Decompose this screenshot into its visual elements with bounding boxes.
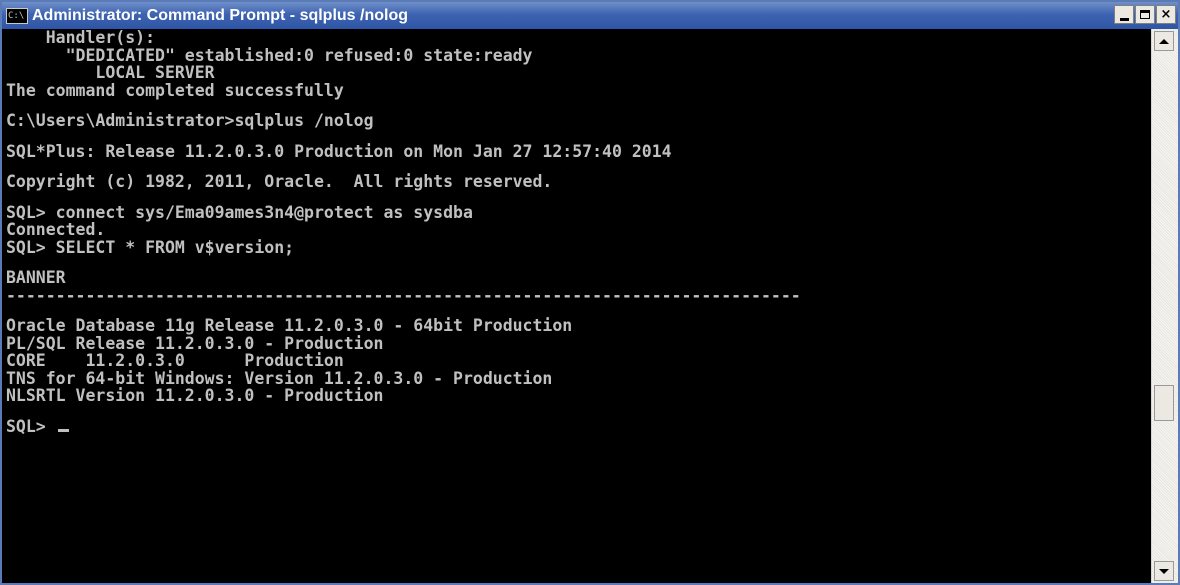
console-line: Handler(s): bbox=[6, 29, 156, 47]
title-bar[interactable]: C:\ Administrator: Command Prompt - sqlp… bbox=[2, 2, 1178, 29]
maximize-button[interactable] bbox=[1135, 5, 1155, 24]
console-line: SQL> connect sys/Ema09ames3n4@protect as… bbox=[6, 202, 473, 222]
console-line: BANNER bbox=[6, 268, 66, 287]
console-line: ----------------------------------------… bbox=[6, 285, 801, 305]
scrollbar-thumb[interactable] bbox=[1154, 385, 1174, 421]
console-line: The command completed successfully bbox=[6, 80, 344, 100]
console-line: LOCAL SERVER bbox=[6, 63, 215, 82]
text-cursor bbox=[57, 428, 69, 432]
console-output[interactable]: Handler(s): "DEDICATED" established:0 re… bbox=[2, 29, 1152, 583]
arrow-down-icon bbox=[1159, 568, 1169, 574]
console-line: Connected. bbox=[6, 220, 106, 239]
console-line: C:\Users\Administrator>sqlplus /nolog bbox=[6, 111, 374, 130]
console-line: NLSRTL Version 11.2.0.3.0 - Production bbox=[6, 386, 384, 405]
maximize-icon bbox=[1140, 10, 1150, 19]
minimize-button[interactable] bbox=[1114, 5, 1134, 24]
scroll-up-button[interactable] bbox=[1154, 31, 1174, 51]
console-line: Copyright (c) 1982, 2011, Oracle. All ri… bbox=[6, 172, 553, 191]
console-line: "DEDICATED" established:0 refused:0 stat… bbox=[6, 45, 533, 65]
command-prompt-window: C:\ Administrator: Command Prompt - sqlp… bbox=[0, 0, 1180, 585]
minimize-icon bbox=[1119, 17, 1129, 21]
window-title: Administrator: Command Prompt - sqlplus … bbox=[32, 6, 408, 24]
console-line: Oracle Database 11g Release 11.2.0.3.0 -… bbox=[6, 316, 573, 335]
arrow-up-icon bbox=[1159, 38, 1169, 44]
window-controls: × bbox=[1113, 5, 1176, 24]
console-line: PL/SQL Release 11.2.0.3.0 - Production bbox=[6, 333, 384, 353]
scroll-down-button[interactable] bbox=[1154, 561, 1174, 581]
vertical-scrollbar[interactable] bbox=[1151, 29, 1178, 583]
console-line: SQL> SELECT * FROM v$version; bbox=[6, 237, 295, 257]
console-text: Handler(s): "DEDICATED" established:0 re… bbox=[2, 29, 1152, 435]
close-icon: × bbox=[1160, 7, 1172, 22]
cmd-icon[interactable]: C:\ bbox=[6, 7, 28, 24]
close-button[interactable]: × bbox=[1156, 5, 1176, 24]
console-line: TNS for 64-bit Windows: Version 11.2.0.3… bbox=[6, 368, 553, 388]
console-line: SQL*Plus: Release 11.2.0.3.0 Production … bbox=[6, 141, 672, 161]
console-line: SQL> bbox=[6, 417, 1152, 436]
console-line: CORE 11.2.0.3.0 Production bbox=[6, 351, 344, 370]
